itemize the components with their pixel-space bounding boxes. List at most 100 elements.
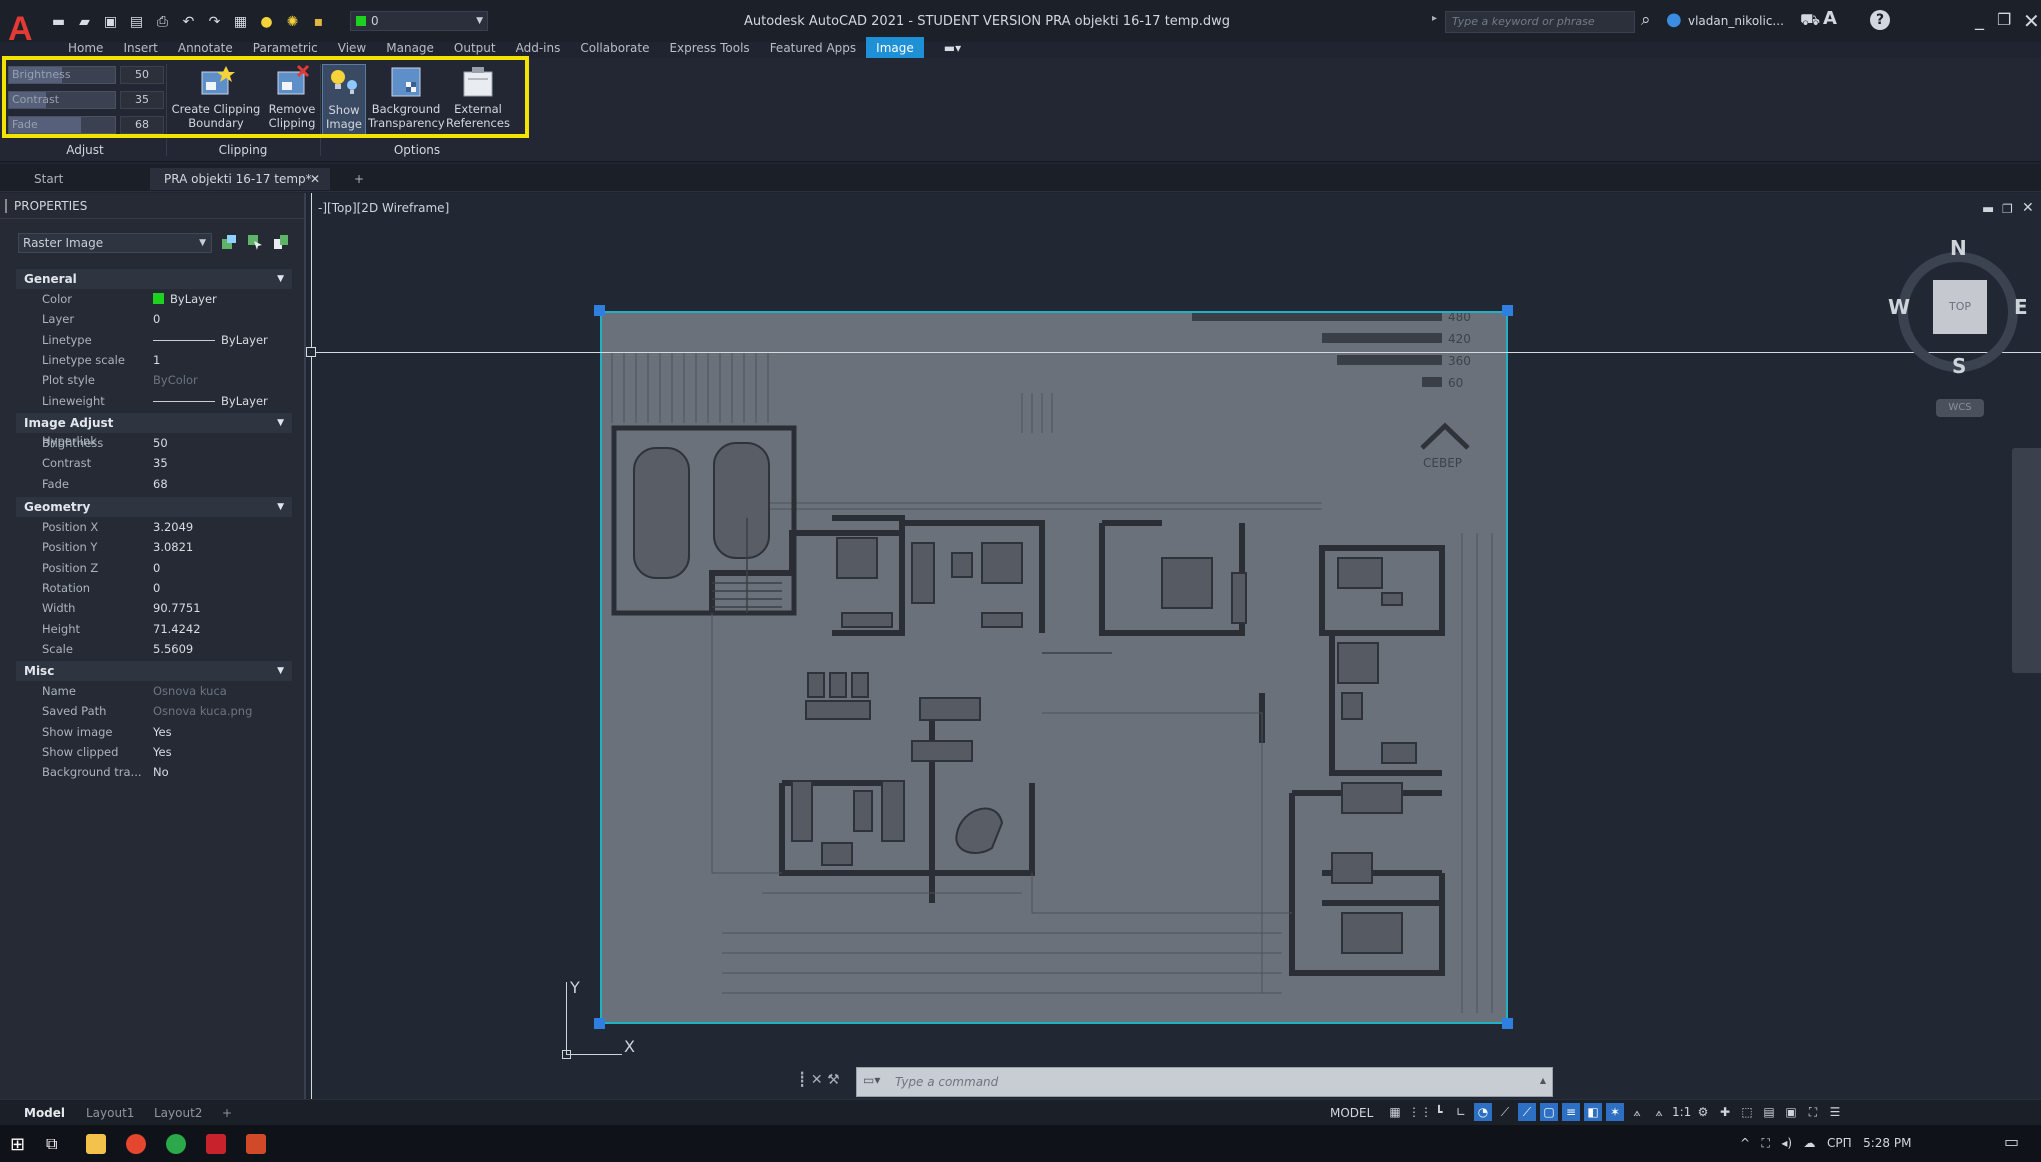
doc-tab-start[interactable]: Start (20, 168, 77, 190)
property-row[interactable]: Show image Yes (16, 722, 292, 742)
restore-icon[interactable]: ❐ (1997, 10, 2011, 29)
chevron-down-icon[interactable]: ▼ (277, 661, 284, 681)
sun-icon[interactable]: ✺ (284, 14, 301, 31)
print-icon[interactable]: ⎙ (154, 14, 171, 31)
user-name[interactable]: vladan_nikolic... (1688, 14, 1784, 28)
layout-tab-model[interactable]: Model (16, 1103, 73, 1123)
notification-icon[interactable]: ▭ (2004, 1132, 2024, 1152)
save-as-icon[interactable]: ▤ (128, 14, 145, 31)
property-value[interactable]: 0 (153, 309, 303, 329)
light-bulb-icon[interactable]: ● (258, 14, 275, 31)
annotation-visibility-icon[interactable]: ⟑ (1628, 1103, 1646, 1121)
quick-select-icon[interactable] (272, 233, 290, 251)
layer-dropdown[interactable]: 0 ▼ (350, 11, 488, 31)
cart-icon[interactable]: ⛟ (1800, 10, 1820, 31)
view-cube-top-face[interactable]: TOP (1933, 280, 1987, 334)
autocad-taskbar-icon[interactable] (206, 1134, 226, 1154)
property-row[interactable]: Plot style ByColor (16, 370, 292, 390)
grip-bottom-left[interactable] (594, 1018, 605, 1029)
transparency-icon[interactable]: ◧ (1584, 1103, 1602, 1121)
minimize-icon[interactable]: _ (1975, 10, 1984, 31)
object-snap-tracking-icon[interactable]: ⟋ (1518, 1103, 1536, 1121)
property-value[interactable]: Osnova kuca (153, 681, 303, 701)
viewport-controls[interactable]: -][Top][2D Wireframe] (318, 201, 449, 215)
open-folder-icon[interactable]: ▰ (76, 14, 93, 31)
navigation-bar[interactable] (2012, 448, 2041, 673)
object-type-dropdown[interactable]: Raster Image ▼ (18, 233, 212, 253)
redo-icon[interactable]: ↷ (206, 14, 223, 31)
chevron-down-icon[interactable]: ▼ (277, 497, 284, 517)
show-hidden-icons[interactable]: ^ (1740, 1136, 1750, 1150)
chevron-down-icon[interactable]: ▼ (277, 413, 284, 433)
doc-tab-file[interactable]: PRA objekti 16-17 temp* ✕ (150, 168, 330, 190)
new-tab-button[interactable]: + (340, 168, 378, 190)
layout-tab-layout1[interactable]: Layout1 (78, 1103, 142, 1123)
property-value[interactable]: 35 (153, 453, 303, 473)
close-tab-icon[interactable]: ✕ (310, 168, 320, 190)
clock[interactable]: 5:28 PM (1863, 1136, 1911, 1150)
tab-collaborate[interactable]: Collaborate (570, 37, 659, 59)
close-icon[interactable]: ✕ (2023, 9, 2040, 33)
tab-express-tools[interactable]: Express Tools (659, 37, 759, 59)
object-snap-icon[interactable]: ▢ (1540, 1103, 1558, 1121)
auto-scale-icon[interactable]: ⟑ (1650, 1103, 1668, 1121)
property-value[interactable]: ByLayer (153, 289, 303, 309)
quick-properties-icon[interactable]: ▤ (1760, 1103, 1778, 1121)
property-row[interactable]: Position Z 0 (16, 558, 292, 578)
model-space-toggle[interactable]: MODEL (1330, 1103, 1373, 1123)
search-expand-icon[interactable]: ▸ (1432, 13, 1437, 24)
property-row[interactable]: Scale 5.5609 (16, 639, 292, 659)
app-icon[interactable] (166, 1134, 186, 1154)
property-value[interactable]: 3.0821 (153, 537, 303, 557)
property-row[interactable]: Show clipped Yes (16, 742, 292, 762)
property-value[interactable]: 90.7751 (153, 598, 303, 618)
options-panel-label[interactable]: Options (322, 143, 512, 157)
hardware-acceleration-icon[interactable]: ▣ (1782, 1103, 1800, 1121)
gear-icon[interactable]: ⚙ (1694, 1103, 1712, 1121)
section-misc[interactable]: Misc ▼ (16, 661, 292, 681)
property-value[interactable]: 71.4242 (153, 619, 303, 639)
layer-properties-icon[interactable]: ▦ (232, 14, 249, 31)
property-row[interactable]: Layer 0 (16, 309, 292, 329)
property-row[interactable]: Name Osnova kuca (16, 681, 292, 701)
units-icon[interactable]: ⬚ (1738, 1103, 1756, 1121)
property-row[interactable]: Saved Path Osnova kuca.png (16, 701, 292, 721)
compass-east[interactable]: E (2014, 295, 2028, 319)
viewport-close-icon[interactable]: ✕ (2022, 200, 2034, 216)
command-grip-icon[interactable]: ┋ (798, 1072, 806, 1088)
property-value[interactable]: 0 (153, 558, 303, 578)
search-icon[interactable]: ⌕ (1641, 10, 1659, 30)
property-row[interactable]: Background tra... No (16, 762, 292, 782)
property-row[interactable]: Contrast 35 (16, 453, 292, 473)
windows-start-icon[interactable]: ⊞ (10, 1134, 30, 1155)
property-row[interactable]: Lineweight ByLayer (16, 391, 292, 411)
powerpoint-icon[interactable] (246, 1134, 266, 1154)
select-objects-icon[interactable] (246, 233, 264, 251)
file-explorer-icon[interactable] (86, 1134, 106, 1154)
property-row[interactable]: Rotation 0 (16, 578, 292, 598)
clipping-panel-label[interactable]: Clipping (168, 143, 318, 157)
annotation-scale[interactable]: 1:1 (1672, 1103, 1691, 1121)
cloud-icon[interactable]: ☁ (1804, 1136, 1816, 1150)
grip-top-right[interactable] (1502, 305, 1513, 316)
close-command-icon[interactable]: ✕ (811, 1072, 823, 1088)
customize-status-icon[interactable]: ☰ (1826, 1103, 1844, 1121)
toggle-pickadd-icon[interactable] (220, 233, 238, 251)
compass-west[interactable]: W (1888, 295, 1910, 319)
property-row[interactable]: Linetype ByLayer (16, 330, 292, 350)
autodesk-a360-icon[interactable]: A (1823, 8, 1837, 29)
grid-icon[interactable]: ▦ (1386, 1103, 1404, 1121)
property-value[interactable]: 1 (153, 350, 303, 370)
property-value[interactable]: 3.2049 (153, 517, 303, 537)
polar-icon[interactable]: ◔ (1474, 1103, 1492, 1121)
lock-icon[interactable]: ▪ (310, 14, 327, 31)
section-image-adjust[interactable]: Image Adjust ▼ (16, 413, 292, 433)
property-row[interactable]: Position Y 3.0821 (16, 537, 292, 557)
undo-icon[interactable]: ↶ (180, 14, 197, 31)
viewport-restore-icon[interactable]: ❐ (2002, 202, 2013, 216)
plus-icon[interactable]: ✚ (1716, 1103, 1734, 1121)
property-value[interactable]: ByLayer (153, 330, 303, 350)
tab-featured-apps[interactable]: Featured Apps (760, 37, 866, 59)
property-row[interactable]: Position X 3.2049 (16, 517, 292, 537)
property-value[interactable]: 5.5609 (153, 639, 303, 659)
